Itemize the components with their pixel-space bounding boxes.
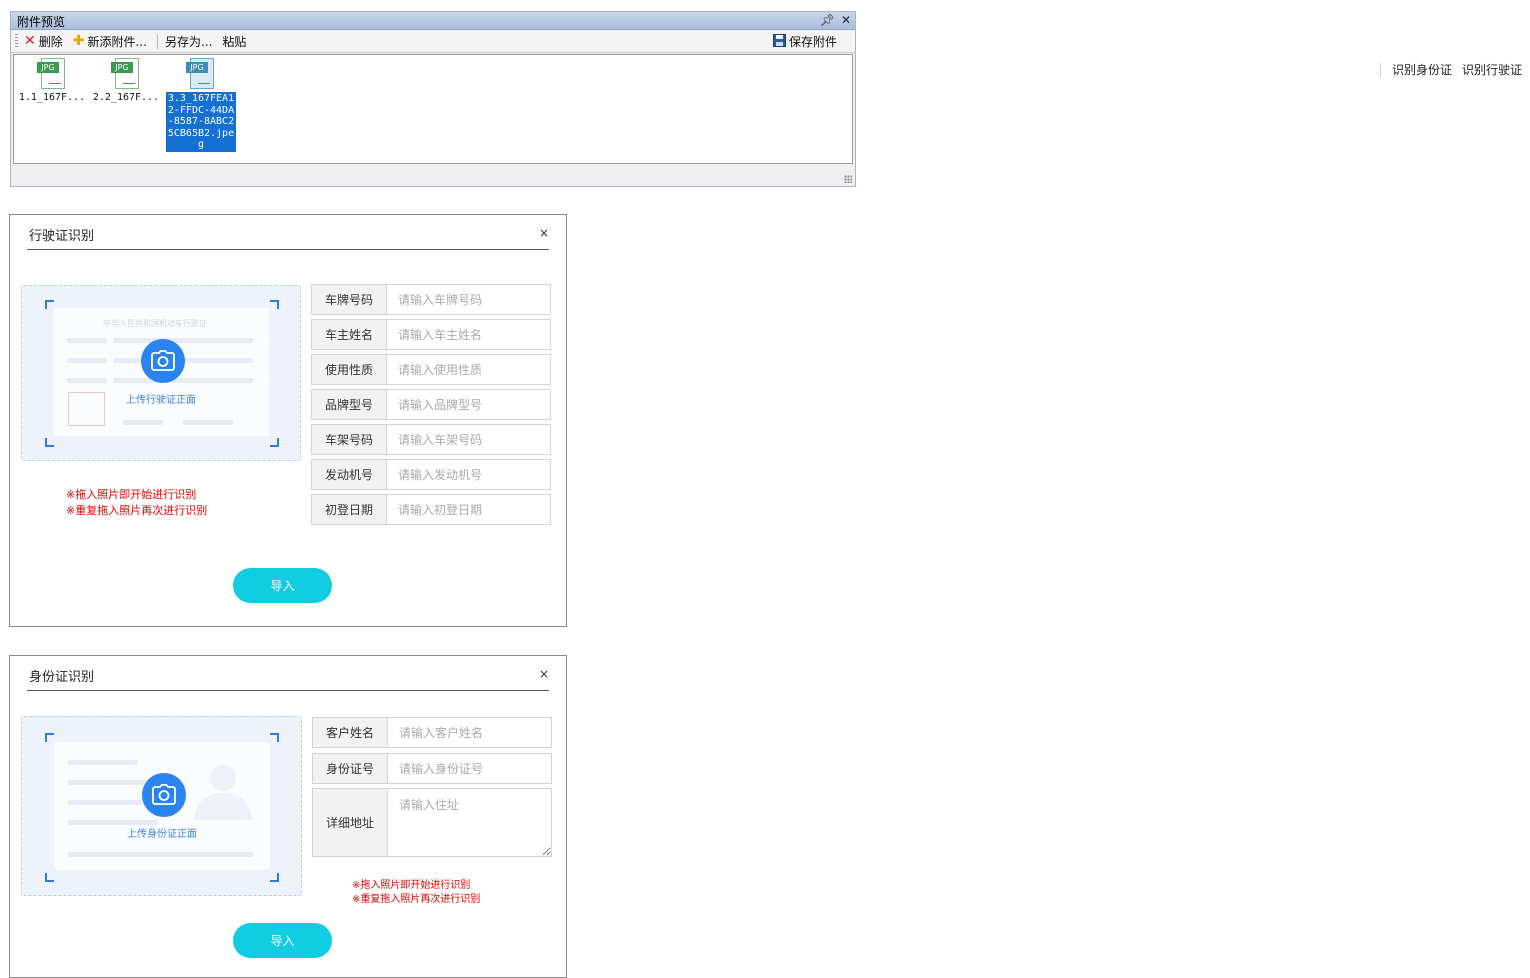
file-item[interactable]: JPG 2.2_167F...: [91, 58, 161, 103]
close-icon[interactable]: ✕: [841, 12, 851, 29]
field-label: 使用性质: [312, 355, 387, 384]
jpg-file-icon: JPG: [37, 58, 67, 90]
field-brand-model: 品牌型号: [311, 389, 551, 420]
field-use-nature: 使用性质: [311, 354, 551, 385]
recognition-links: 识别身份证 识别行驶证: [1379, 61, 1528, 78]
close-icon[interactable]: ×: [539, 667, 549, 681]
upload-label: 上传行驶证正面: [126, 395, 196, 406]
add-attachment-button[interactable]: ✚ 新添附件...: [73, 33, 147, 50]
pin-icon[interactable]: 📌︎: [820, 12, 835, 29]
delete-button[interactable]: ✕ 删除: [24, 33, 63, 50]
hint-drag-text: ※拖入照片即开始进行识别: [66, 488, 197, 501]
paste-label: 粘贴: [222, 34, 247, 49]
jpg-file-icon: JPG: [186, 58, 216, 90]
address-textarea[interactable]: [388, 789, 551, 856]
field-label: 身份证号: [313, 754, 388, 783]
field-address: 详细地址: [312, 788, 552, 857]
attachment-title: 附件预览: [17, 15, 66, 29]
stamp-icon: [68, 392, 105, 426]
delete-label: 删除: [38, 34, 63, 49]
field-label: 车主姓名: [312, 320, 387, 349]
dialog-header: 身份证识别 ×: [27, 656, 549, 691]
paste-button[interactable]: 粘贴: [222, 33, 246, 50]
attachment-file-area[interactable]: JPG 1.1_167F... JPG 2.2_167F... JPG 3.3_…: [13, 54, 853, 164]
vehicle-license-dialog: 行驶证识别 × 中华人民共和国机动车行驶证 上传行驶证正面 ※拖入照片即开始进行…: [9, 214, 567, 627]
hint-redrag-text: ※重复拖入照片再次进行识别: [66, 504, 208, 517]
camera-icon[interactable]: [141, 339, 185, 383]
field-plate-number: 车牌号码: [311, 284, 551, 315]
floppy-disk-icon: [772, 33, 786, 50]
save-as-label: 另存为...: [164, 34, 213, 49]
field-owner-name: 车主姓名: [311, 319, 551, 350]
import-button[interactable]: 导入: [233, 923, 332, 958]
upload-label: 上传身份证正面: [127, 829, 197, 840]
import-button[interactable]: 导入: [233, 568, 332, 603]
field-label: 品牌型号: [312, 390, 387, 419]
file-type-tag: JPG: [111, 62, 133, 73]
id-number-input[interactable]: [388, 754, 551, 783]
file-name: 2.2_167F...: [92, 92, 160, 103]
field-engine-number: 发动机号: [311, 459, 551, 490]
link-divider: [1379, 62, 1381, 77]
attachment-toolbar: ✕ 删除 ✚ 新添附件... 另存为... 粘贴 保存附件: [11, 30, 855, 53]
hint-drag-text: ※拖入照片即开始进行识别: [352, 880, 471, 891]
recognize-vehicle-license-link[interactable]: 识别行驶证: [1462, 61, 1522, 78]
customer-name-input[interactable]: [388, 718, 551, 747]
brand-model-input[interactable]: [387, 390, 550, 419]
hint-redrag-text: ※重复拖入照片再次进行识别: [352, 894, 481, 905]
close-icon[interactable]: ×: [539, 226, 549, 240]
id-upload-area[interactable]: 上传身份证正面: [21, 716, 302, 896]
attachment-titlebar[interactable]: 附件预览 📌︎ ✕: [11, 12, 855, 30]
jpg-file-icon: JPG: [111, 58, 141, 90]
toolbar-grip-icon[interactable]: [15, 34, 18, 48]
field-vin: 车架号码: [311, 424, 551, 455]
file-item-selected[interactable]: JPG 3.3_167FEA12-FFDC-44DA-8587-8ABC25CB…: [166, 58, 236, 152]
plate-number-input[interactable]: [387, 285, 550, 314]
field-label: 详细地址: [313, 789, 388, 856]
field-label: 车架号码: [312, 425, 387, 454]
engine-number-input[interactable]: [387, 460, 550, 489]
field-label: 客户姓名: [313, 718, 388, 747]
add-attachment-label: 新添附件...: [87, 34, 147, 49]
save-attachment-label: 保存附件: [788, 35, 837, 49]
person-silhouette-icon: [194, 765, 252, 820]
field-label: 初登日期: [312, 495, 387, 524]
owner-name-input[interactable]: [387, 320, 550, 349]
recognize-id-card-link[interactable]: 识别身份证: [1392, 61, 1452, 78]
card-title-text: 中华人民共和国机动车行驶证: [103, 319, 207, 328]
field-id-number: 身份证号: [312, 753, 552, 784]
field-register-date: 初登日期: [311, 494, 551, 525]
file-type-tag: JPG: [186, 62, 208, 73]
save-as-button[interactable]: 另存为...: [165, 33, 212, 50]
attachment-statusbar: [11, 164, 855, 186]
attachment-preview-window: 附件预览 📌︎ ✕ ✕ 删除 ✚ 新添附件... 另存为... 粘贴 保存附件: [10, 11, 856, 187]
dialog-header: 行驶证识别 ×: [27, 215, 549, 250]
field-label: 车牌号码: [312, 285, 387, 314]
register-date-input[interactable]: [387, 495, 550, 524]
file-name: 3.3_167FEA12-FFDC-44DA-8587-8ABC25CB65B2…: [166, 92, 236, 152]
camera-icon[interactable]: [142, 773, 186, 817]
use-nature-input[interactable]: [387, 355, 550, 384]
dialog-title: 身份证识别: [29, 670, 95, 685]
toolbar-separator: [156, 33, 158, 49]
id-card-dialog: 身份证识别 × 上传身份证正面 客户姓名 身份证号: [9, 655, 567, 978]
delete-x-icon: ✕: [24, 33, 36, 49]
add-plus-icon: ✚: [72, 33, 85, 49]
file-item[interactable]: JPG 1.1_167F...: [17, 58, 87, 103]
field-customer-name: 客户姓名: [312, 717, 552, 748]
vehicle-upload-area[interactable]: 中华人民共和国机动车行驶证 上传行驶证正面: [21, 285, 301, 461]
dialog-title: 行驶证识别: [29, 229, 95, 244]
save-attachment-button[interactable]: 保存附件: [772, 33, 837, 50]
vin-input[interactable]: [387, 425, 550, 454]
file-type-tag: JPG: [37, 62, 59, 73]
field-label: 发动机号: [312, 460, 387, 489]
resize-grip-icon[interactable]: [844, 175, 852, 183]
file-name: 1.1_167F...: [18, 92, 86, 103]
